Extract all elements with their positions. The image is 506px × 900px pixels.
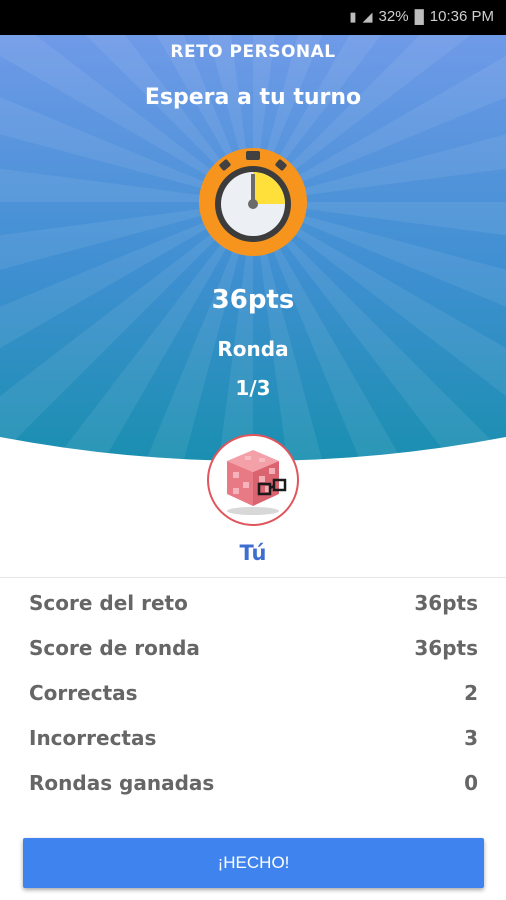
stats-list: Score del reto 36pts Score de ronda 36pt… xyxy=(0,580,506,805)
stat-value: 36pts xyxy=(414,590,478,615)
player-name: Tú xyxy=(239,541,267,565)
wait-turn-message: Espera a tu turno xyxy=(144,85,362,110)
divider xyxy=(0,577,506,578)
status-bar: ▮ ◢ 32% █ 10:36 PM xyxy=(0,0,506,35)
stat-value: 36pts xyxy=(414,635,478,660)
avatar xyxy=(207,434,299,526)
stat-label: Incorrectas xyxy=(29,725,157,750)
pixel-cube-with-glasses-icon xyxy=(227,450,287,515)
stat-row-correct: Correctas 2 xyxy=(0,670,506,715)
stat-row-challenge-score: Score del reto 36pts xyxy=(0,580,506,625)
stat-label: Correctas xyxy=(29,680,138,705)
stat-row-incorrect: Incorrectas 3 xyxy=(0,715,506,760)
challenge-title: RETO PERSONAL xyxy=(170,42,336,62)
total-points: 36pts xyxy=(211,285,295,315)
battery-icon: █ xyxy=(414,9,424,24)
stat-value: 0 xyxy=(464,770,478,795)
done-button[interactable]: ¡HECHO! xyxy=(23,838,484,888)
status-time: 10:36 PM xyxy=(429,8,494,25)
stat-row-round-score: Score de ronda 36pts xyxy=(0,625,506,670)
stat-value: 3 xyxy=(464,725,478,750)
round-progress: 1/3 xyxy=(235,376,271,400)
stat-value: 2 xyxy=(464,680,478,705)
stat-label: Rondas ganadas xyxy=(29,770,215,795)
signal-icon: ◢ xyxy=(362,8,373,24)
stat-label: Score del reto xyxy=(29,590,188,615)
status-indicators: ▮ ◢ 32% █ 10:36 PM xyxy=(349,8,494,25)
stat-label: Score de ronda xyxy=(29,635,200,660)
hero-panel: RETO PERSONAL Espera a tu turno 36pts Ro… xyxy=(0,35,506,475)
round-label: Ronda xyxy=(217,337,289,361)
battery-percent: 32% xyxy=(378,8,409,25)
vibrate-icon: ▮ xyxy=(349,8,357,24)
stat-row-rounds-won: Rondas ganadas 0 xyxy=(0,760,506,805)
